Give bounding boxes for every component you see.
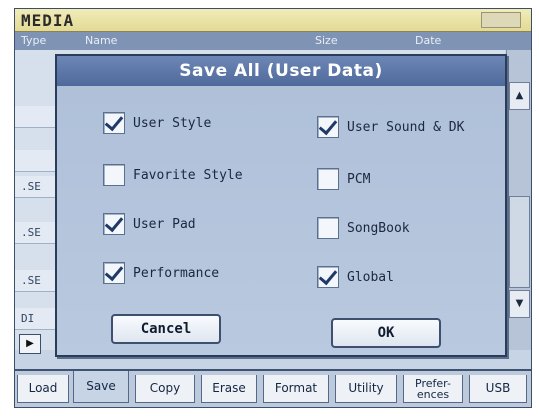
- checkbox[interactable]: [317, 266, 339, 288]
- tab-label: USB: [485, 381, 511, 395]
- option-user-sound-dk[interactable]: User Sound & DK: [317, 116, 464, 138]
- option-user-style[interactable]: User Style: [103, 112, 211, 134]
- option-label: User Style: [133, 115, 212, 131]
- checkbox[interactable]: [103, 112, 125, 134]
- option-label: SongBook: [347, 220, 410, 236]
- checkbox[interactable]: [103, 213, 125, 235]
- option-favorite-style[interactable]: Favorite Style: [103, 164, 243, 186]
- file-row-type: .SE: [21, 180, 41, 193]
- header-date[interactable]: Date: [415, 34, 441, 47]
- option-performance[interactable]: Performance: [103, 262, 219, 284]
- option-global[interactable]: Global: [317, 266, 394, 288]
- tab-format[interactable]: Format: [263, 375, 329, 403]
- header-type[interactable]: Type: [21, 34, 46, 47]
- header-size[interactable]: Size: [315, 34, 338, 47]
- option-user-pad[interactable]: User Pad: [103, 213, 196, 235]
- ok-button[interactable]: OK: [331, 318, 441, 348]
- dialog-title: Save All (User Data): [57, 56, 505, 86]
- option-label: PCM: [347, 171, 371, 187]
- tab-load[interactable]: Load: [17, 375, 69, 403]
- file-row-type: .SE: [21, 226, 41, 239]
- option-label: User Sound & DK: [347, 119, 465, 135]
- header-name[interactable]: Name: [85, 34, 117, 47]
- window-title: MEDIA: [21, 11, 75, 30]
- file-row-type: DI: [21, 312, 35, 325]
- tab-erase[interactable]: Erase: [201, 375, 257, 403]
- tab-save[interactable]: Save: [73, 371, 129, 403]
- tab-copy[interactable]: Copy: [135, 375, 195, 403]
- option-label: Performance: [133, 265, 220, 281]
- tab-label: Erase: [212, 381, 246, 395]
- tab-utility[interactable]: Utility: [335, 375, 397, 403]
- option-songbook[interactable]: SongBook: [317, 217, 410, 239]
- title-bar: MEDIA: [15, 9, 531, 32]
- tab-label: Format: [274, 381, 318, 395]
- option-label: Favorite Style: [133, 167, 243, 183]
- tab-label: Utility: [348, 381, 384, 395]
- tab-preferences[interactable]: Prefer- ences: [403, 375, 463, 403]
- tab-label: Load: [28, 381, 58, 395]
- checkbox[interactable]: [103, 262, 125, 284]
- file-row-type: .SE: [21, 274, 41, 287]
- checkbox[interactable]: [317, 217, 339, 239]
- checkbox[interactable]: [317, 168, 339, 190]
- tab-label: Prefer- ences: [415, 376, 451, 401]
- tab-bar: Load Save Copy Erase Format Utility Pref…: [15, 369, 531, 407]
- scrollbar[interactable]: ▲ ▼: [506, 50, 531, 350]
- save-all-dialog: Save All (User Data) User Style Favorite…: [55, 54, 507, 357]
- file-list-header: Type Name Size Date: [15, 32, 531, 50]
- scroll-thumb[interactable]: [509, 196, 530, 288]
- media-screen: MEDIA Type Name Size Date .SE .SE .SE DI…: [14, 8, 532, 408]
- option-label: User Pad: [133, 216, 196, 232]
- scroll-down-icon[interactable]: ▼: [509, 290, 530, 318]
- play-icon[interactable]: ▶: [19, 334, 41, 354]
- option-label: Global: [347, 269, 394, 285]
- cancel-button[interactable]: Cancel: [111, 314, 221, 344]
- tab-label: Save: [86, 379, 116, 393]
- checkbox[interactable]: [317, 116, 339, 138]
- tab-label: Copy: [149, 381, 181, 395]
- tab-usb[interactable]: USB: [469, 375, 527, 403]
- option-pcm[interactable]: PCM: [317, 168, 370, 190]
- title-bar-button[interactable]: [481, 12, 521, 28]
- scroll-up-icon[interactable]: ▲: [509, 82, 530, 110]
- checkbox[interactable]: [103, 164, 125, 186]
